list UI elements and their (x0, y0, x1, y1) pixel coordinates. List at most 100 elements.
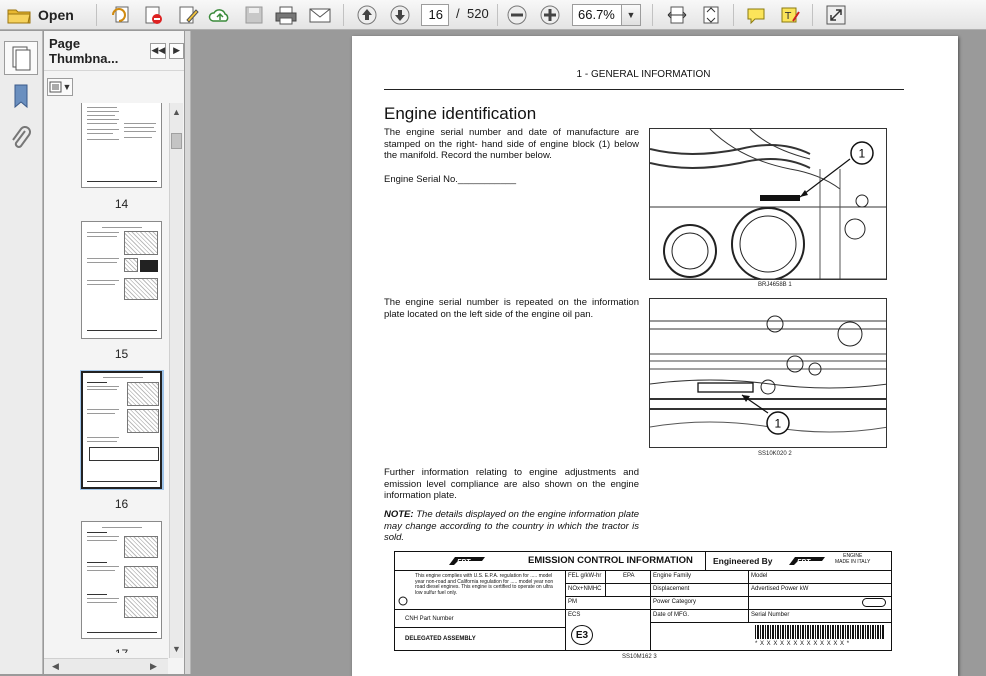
delegated-assembly-label: DELEGATED ASSEMBLY (405, 636, 476, 642)
main-toolbar: Open 16 / 520 66.7% ▼ T (0, 0, 986, 30)
thumbnail-horizontal-scrollbar[interactable]: ◀ ▶ (44, 658, 168, 674)
oil-pan-illustration: 1 (650, 315, 886, 435)
scroll-up-icon[interactable]: ▲ (172, 107, 181, 117)
paragraph-oil-pan-plate: The engine serial number is repeated on … (384, 297, 639, 320)
e-mark-badge: E3 (571, 625, 593, 645)
engineered-by-label: Engineered By (713, 556, 773, 566)
serial-barcode (755, 625, 885, 639)
note-label: NOTE: (384, 509, 414, 520)
thumbnail-number: 15 (114, 347, 129, 361)
recent-files-icon (112, 6, 129, 23)
figure-engine-block: 1 (649, 128, 887, 280)
note-text: The details displayed on the engine info… (384, 509, 639, 543)
callout-1: 1 (775, 417, 782, 431)
save-button[interactable] (242, 3, 266, 27)
emission-control-plate: FPT EMISSION CONTROL INFORMATION Enginee… (394, 551, 892, 651)
paragraph-further-info: Further information relating to engine a… (384, 467, 639, 501)
zoom-level-input[interactable]: 66.7% (572, 4, 622, 26)
recent-files-button[interactable] (108, 3, 134, 27)
zoom-in-button[interactable] (538, 3, 562, 27)
highlighter-icon: T (781, 7, 800, 23)
scroll-down-icon[interactable]: ▼ (172, 644, 181, 654)
thumbnail-options-button[interactable]: ▼ (47, 78, 73, 96)
fel-label: FEL g/kW-hr (568, 573, 602, 579)
total-pages: 520 (467, 6, 489, 21)
thumbnail-vertical-scrollbar[interactable]: ▲ ▼ (169, 103, 183, 658)
plate-title: EMISSION CONTROL INFORMATION (528, 555, 693, 566)
page-thumbnails-toggle[interactable] (4, 41, 38, 75)
serial-number-label: Serial Number (751, 612, 790, 618)
note-paragraph: NOTE: The details displayed on the engin… (384, 509, 639, 544)
thumbnail-page-15[interactable] (81, 221, 162, 339)
previous-page-button[interactable] (354, 3, 380, 27)
serial-number-line: Engine Serial No.___________ (384, 174, 517, 185)
arrow-up-circle-icon (357, 5, 377, 25)
plus-circle-icon (540, 5, 560, 25)
oval-mark (862, 598, 886, 607)
options-list-icon (49, 81, 62, 93)
page-separator: / (456, 6, 460, 21)
printer-icon (275, 6, 297, 25)
pm-label: PM (568, 599, 577, 605)
chevron-right-icon: ▶ (173, 45, 181, 55)
attachments-button[interactable] (8, 125, 34, 151)
navigation-rail (0, 31, 43, 674)
date-of-mfg-label: Date of MFG. (653, 612, 690, 618)
cloud-upload-icon (208, 9, 229, 22)
highlight-button[interactable]: T (777, 3, 803, 27)
cloud-upload-button[interactable] (207, 3, 233, 27)
email-button[interactable] (307, 3, 333, 27)
edit-pdf-button[interactable] (175, 3, 201, 27)
cnh-part-number-label: CNH Part Number (405, 616, 454, 622)
made-in-italy-label: ENGINE MADE IN ITALY (835, 553, 871, 565)
comment-button[interactable] (743, 3, 769, 27)
thumbnail-page-17[interactable] (81, 521, 162, 639)
next-page-button[interactable] (387, 3, 413, 27)
create-pdf-button[interactable] (140, 3, 166, 27)
displacement-label: Displacement (653, 586, 690, 592)
fit-page-button[interactable] (698, 3, 724, 27)
page-thumbnails-icon (12, 46, 31, 71)
serial-placeholder: * X X X X X X X X X X X X X * (755, 641, 850, 647)
fit-width-button[interactable] (664, 3, 690, 27)
scroll-right-icon[interactable]: ▶ (150, 661, 157, 672)
circle-mark-icon (398, 596, 408, 606)
paragraph-serial-location: The engine serial number and date of man… (384, 127, 639, 161)
collapse-panel-button[interactable]: ◀◀ (150, 42, 167, 59)
envelope-icon (309, 8, 331, 23)
power-category-label: Power Category (653, 599, 697, 605)
fpt-logo-icon: FPT (789, 557, 825, 566)
thumbnail-number: 16 (114, 497, 129, 511)
thumbnail-page-16[interactable] (81, 371, 162, 489)
thumbnail-number: 17 (81, 647, 162, 653)
page-number-input[interactable]: 16 (421, 4, 449, 26)
nox-label: NOx+NMHC (568, 586, 602, 592)
bookmarks-button[interactable] (8, 83, 34, 109)
chevron-down-icon: ▼ (62, 82, 72, 92)
bookmark-icon (14, 84, 28, 109)
panel-resize-handle[interactable] (185, 31, 191, 674)
minus-circle-icon (507, 5, 527, 25)
svg-text:FPT: FPT (797, 559, 811, 566)
arrow-down-circle-icon (390, 5, 410, 25)
full-screen-button[interactable] (822, 3, 850, 27)
fit-width-icon (667, 6, 687, 24)
callout-1: 1 (859, 147, 866, 161)
chevron-down-icon: ▼ (626, 10, 636, 20)
scroll-thumb[interactable] (171, 133, 182, 149)
speech-bubble-icon (747, 8, 765, 25)
print-button[interactable] (273, 3, 299, 27)
zoom-out-button[interactable] (505, 3, 529, 27)
ecs-label: ECS (568, 612, 581, 618)
panel-menu-button[interactable]: ▶ (169, 42, 184, 59)
folder-icon (7, 9, 31, 24)
fit-page-icon (703, 6, 719, 24)
scroll-left-icon[interactable]: ◀ (52, 661, 59, 672)
header-rule (384, 89, 904, 90)
zoom-dropdown-button[interactable]: ▼ (621, 4, 641, 26)
figure-1-caption: BRJ4658B 1 (758, 282, 792, 288)
expand-icon (826, 5, 846, 25)
thumbnail-page-14[interactable] (81, 103, 162, 188)
open-button[interactable]: Open (6, 3, 74, 27)
fpt-logo-icon: FPT (449, 557, 485, 566)
